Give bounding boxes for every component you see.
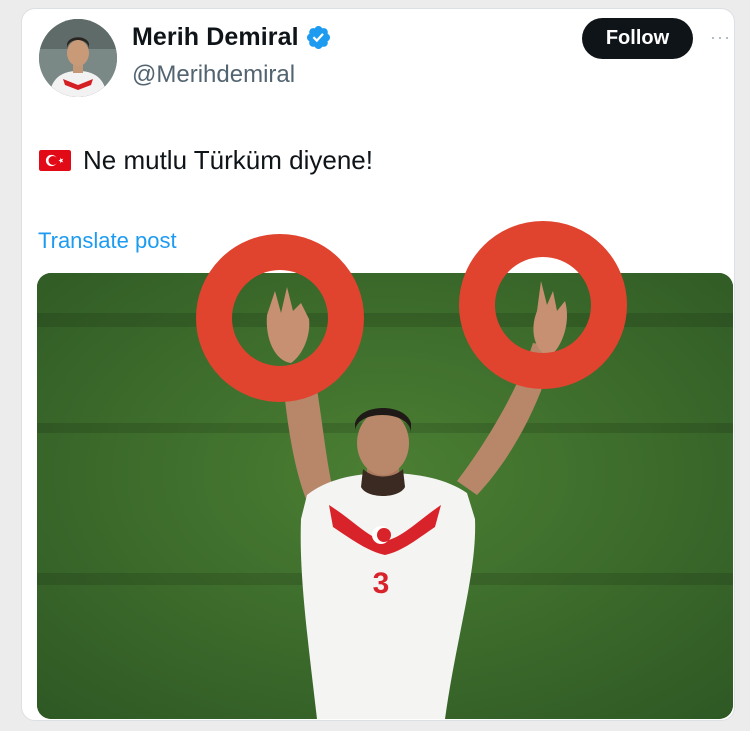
author-name-row: Merih Demiral (132, 23, 332, 52)
author-handle[interactable]: @Merihdemiral (132, 61, 295, 89)
avatar[interactable] (39, 19, 117, 97)
jersey-number: 3 (373, 567, 390, 600)
tweet-media-image[interactable]: 3 (37, 273, 733, 719)
more-options-icon[interactable]: ··· (710, 27, 731, 48)
player-photo: 3 (37, 273, 733, 719)
avatar-image (39, 19, 117, 97)
follow-button[interactable]: Follow (582, 18, 693, 59)
turkey-flag-icon (39, 150, 71, 171)
verified-badge-icon (306, 25, 330, 50)
translate-post-link[interactable]: Translate post (38, 228, 177, 254)
tweet-card: Merih Demiral @Merihdemiral Follow ··· N… (21, 8, 735, 721)
author-display-name[interactable]: Merih Demiral (132, 23, 299, 52)
tweet-body-text: Ne mutlu Türküm diyene! (83, 145, 373, 175)
tweet-text: Ne mutlu Türküm diyene! (39, 145, 373, 176)
